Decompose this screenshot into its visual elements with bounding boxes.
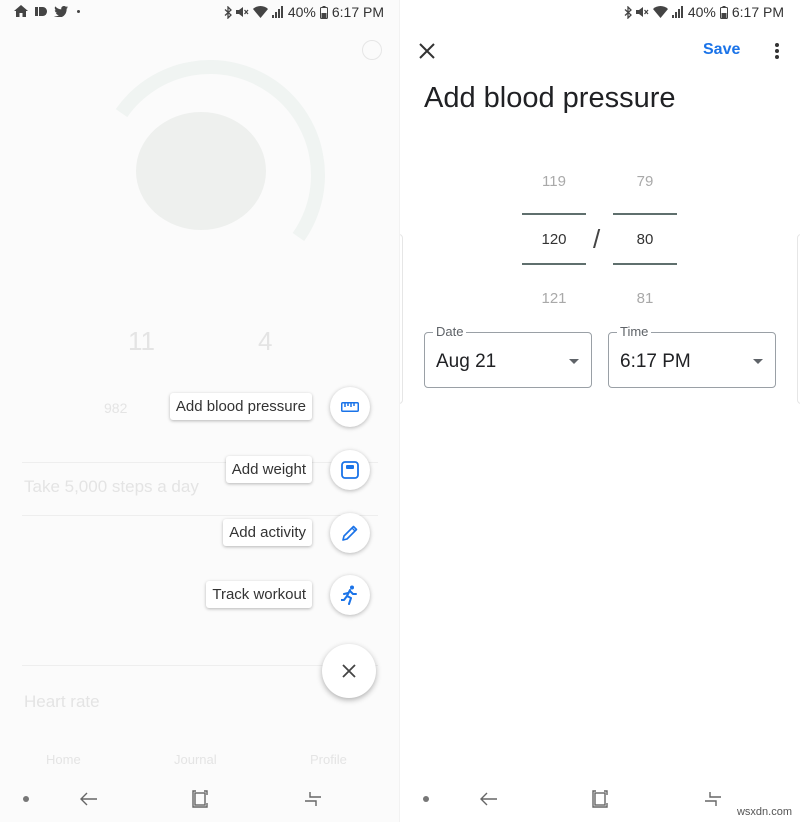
home-button-icon[interactable] <box>592 790 608 808</box>
close-fab-button[interactable] <box>322 644 376 698</box>
picker-line <box>522 263 586 265</box>
dropdown-arrow-icon <box>569 359 579 364</box>
track-workout-label[interactable]: Track workout <box>206 581 312 608</box>
nav-tab-journal: Journal <box>174 752 217 767</box>
mute-icon <box>635 7 649 17</box>
picker-line <box>613 263 677 265</box>
battery-percent: 40% <box>287 4 316 20</box>
add-activity-button[interactable] <box>330 513 370 553</box>
status-bar: 40% 6:17 PM <box>0 0 400 26</box>
add-weight-label[interactable]: Add weight <box>225 456 312 483</box>
diastolic-below-value[interactable]: 81 <box>613 290 677 307</box>
close-icon[interactable] <box>416 40 438 62</box>
more-options-icon[interactable] <box>774 42 780 60</box>
add-weight-button[interactable] <box>330 450 370 490</box>
picker-line <box>613 213 677 215</box>
battery-icon <box>319 5 328 19</box>
bluetooth-icon <box>224 5 232 19</box>
nav-tab-profile: Profile <box>310 752 347 767</box>
diastolic-above-value[interactable]: 79 <box>613 173 677 190</box>
bluetooth-icon <box>624 5 632 19</box>
date-label: Date <box>433 324 467 339</box>
diastolic-picker[interactable]: 80 <box>613 231 677 248</box>
status-time: 6:17 PM <box>331 4 384 20</box>
steps-value: 982 <box>104 400 128 416</box>
recents-icon[interactable] <box>304 791 322 807</box>
time-dropdown[interactable]: Time 6:17 PM <box>608 324 776 388</box>
close-icon <box>342 664 356 678</box>
page-title: Add blood pressure <box>424 82 676 114</box>
systolic-below-value[interactable]: 121 <box>522 290 586 307</box>
date-dropdown[interactable]: Date Aug 21 <box>424 324 592 388</box>
battery-percent: 40% <box>687 4 716 20</box>
signal-icon <box>271 6 283 18</box>
systolic-picker[interactable]: 120 <box>522 231 586 248</box>
battery-icon <box>719 5 728 19</box>
right-screen: 40% 6:17 PM Save Add blood pressure 119 … <box>400 0 800 822</box>
home-icon <box>14 5 28 17</box>
systolic-above-value[interactable]: 119 <box>522 173 586 190</box>
ruler-icon <box>341 402 359 412</box>
wifi-icon <box>252 6 268 18</box>
nav-dot-icon <box>423 796 429 802</box>
notification-dot-icon <box>77 9 80 13</box>
heart-rate-title: Heart rate <box>24 692 100 711</box>
left-screen: 40% 6:17 PM 11 4 982 Take 5,000 steps a … <box>0 0 400 822</box>
pencil-icon <box>342 525 358 541</box>
nav-dot-icon <box>23 796 29 802</box>
track-workout-button[interactable] <box>330 575 370 615</box>
running-person-icon <box>341 585 357 605</box>
save-button[interactable]: Save <box>703 41 740 59</box>
system-navbar <box>0 776 400 822</box>
time-label: Time <box>617 324 652 339</box>
back-icon[interactable] <box>480 792 498 806</box>
home-button-icon[interactable] <box>192 790 208 808</box>
divider <box>22 515 378 516</box>
add-blood-pressure-label[interactable]: Add blood pressure <box>169 393 312 420</box>
nav-tab-home: Home <box>46 752 81 767</box>
status-bar: 40% 6:17 PM <box>400 0 800 26</box>
twitter-icon <box>54 5 68 17</box>
signal-icon <box>671 6 683 18</box>
goal-text: Take 5,000 steps a day <box>24 477 199 496</box>
time-value: 6:17 PM <box>620 351 691 372</box>
dropdown-arrow-icon <box>753 359 763 364</box>
watermark: wsxdn.com <box>736 806 792 818</box>
card-edge <box>400 234 403 404</box>
metric-value: 4 <box>258 326 273 356</box>
mute-icon <box>235 7 249 17</box>
date-value: Aug 21 <box>436 351 497 372</box>
add-blood-pressure-button[interactable] <box>330 387 370 427</box>
picker-line <box>522 213 586 215</box>
app-icon <box>35 6 47 16</box>
back-icon[interactable] <box>80 792 98 806</box>
divider <box>22 462 378 463</box>
progress-circle <box>136 112 266 230</box>
recents-icon[interactable] <box>704 791 722 807</box>
info-icon <box>362 40 382 60</box>
pressure-separator: / <box>593 224 601 254</box>
metric-value: 11 <box>128 326 155 356</box>
wifi-icon <box>652 6 668 18</box>
scale-icon <box>341 461 359 479</box>
add-activity-label[interactable]: Add activity <box>223 519 312 546</box>
status-time: 6:17 PM <box>731 4 784 20</box>
